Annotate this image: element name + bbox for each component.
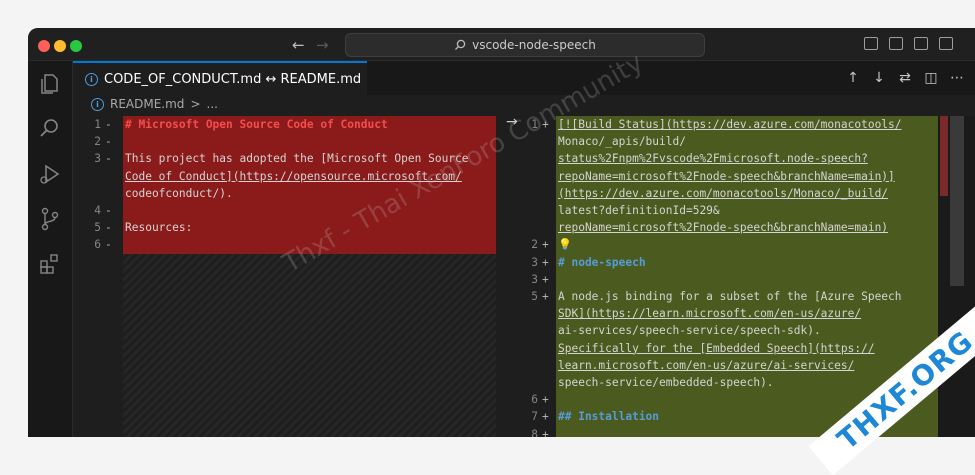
line-number: 3 [94, 152, 101, 166]
next-change-icon[interactable]: ↓ [871, 70, 887, 86]
line-number: 4 [94, 204, 101, 217]
code-text: # node-speech [558, 255, 646, 269]
tab-label: CODE_OF_CONDUCT.md ↔ README.md [104, 71, 362, 87]
tab-diff-code-of-conduct-readme[interactable]: i CODE_OF_CONDUCT.md ↔ README.md [73, 61, 367, 95]
code-text: ## Installation [558, 410, 660, 424]
code-text: latest?definitionId=529& [558, 204, 720, 217]
code-text: Code of Conduct](https://opensource.micr… [125, 169, 462, 183]
diff-marker: + [542, 393, 549, 407]
line-number: 6 [531, 393, 538, 407]
diff-marker: - [105, 152, 112, 166]
line-number: 7 [531, 410, 538, 424]
code-text: # Microsoft Open Source Code of Conduct [125, 118, 388, 131]
diff-marker: + [542, 410, 549, 424]
diff-marker: + [542, 238, 549, 252]
toggle-primary-sidebar-icon[interactable] [864, 37, 878, 50]
diff-marker: - [105, 221, 112, 235]
code-text: Monaco/_apis/build/ [558, 135, 686, 149]
toggle-secondary-sidebar-icon[interactable] [914, 37, 928, 50]
code-text: SDK](https://learn.microsoft.com/en-us/a… [558, 307, 862, 321]
line-number: 3 [531, 272, 538, 286]
extensions-icon[interactable] [37, 251, 63, 277]
search-icon[interactable] [37, 116, 63, 142]
diff-original-pane[interactable]: 1- # Microsoft Open Source Code of Conduc… [73, 116, 496, 437]
search-icon [455, 39, 466, 50]
toggle-panel-icon[interactable] [889, 37, 903, 50]
diff-marker: + [542, 290, 549, 303]
breadcrumb-separator: > [190, 97, 201, 111]
breadcrumb: i README.md > ... [91, 97, 218, 111]
source-control-icon[interactable] [37, 206, 63, 232]
diff-filler-hatch [123, 253, 496, 437]
diff-marker: - [105, 204, 112, 217]
activity-bar [28, 61, 73, 437]
title-bar: ← → vscode-node-speech [28, 28, 975, 61]
editor-tab-bar: i CODE_OF_CONDUCT.md ↔ README.md ↑ ↓ ⇄ ◫… [73, 61, 975, 95]
line-number: 3 [531, 255, 538, 269]
info-icon: i [85, 72, 98, 86]
code-text: codeofconduct/). [125, 186, 233, 200]
diff-modified-pane[interactable]: 1 + [![Build Status](https://dev.azure.com… [524, 116, 928, 437]
editor-actions: ↑ ↓ ⇄ ◫ ⋯ [845, 61, 965, 95]
line-number: 8 [531, 427, 538, 437]
diff-marker: - [105, 118, 112, 131]
code-text: Specifically for the [Embedded Speech](h… [558, 341, 875, 355]
code-text: repoName=microsoft%2Fnode-speech&branchN… [558, 221, 889, 235]
line-number: 6 [94, 238, 101, 252]
diff-marker: + [542, 272, 549, 286]
split-editor-icon[interactable]: ◫ [923, 70, 939, 86]
line-number: 5 [94, 221, 101, 235]
code-text: This project has adopted the [Microsoft … [125, 152, 469, 166]
line-number: 2 [94, 135, 101, 149]
command-center-label: vscode-node-speech [472, 38, 596, 52]
vscode-window: ← → vscode-node-speech i CODE_OF_CONDUCT… [28, 28, 975, 437]
close-window-button[interactable] [38, 40, 50, 52]
diff-marker: - [105, 238, 112, 252]
customize-layout-icon[interactable] [939, 37, 953, 50]
ruler-removed-marker [940, 116, 948, 196]
line-number: 5 [531, 290, 538, 303]
line-number: 1 [531, 118, 538, 131]
line-number: 2 [531, 238, 538, 252]
code-text: repoName=microsoft%2Fnode-speech&branchN… [558, 169, 895, 183]
line-number: 1 [94, 118, 101, 131]
previous-change-icon[interactable]: ↑ [845, 70, 861, 86]
code-text: learn.microsoft.com/en-us/azure/ai-servi… [558, 358, 855, 372]
maximize-window-button[interactable] [70, 40, 82, 52]
diff-marker: + [542, 118, 549, 131]
code-text: status%2Fnpm%2Fvscode%2Fmicrosoft.node-s… [558, 152, 868, 166]
breadcrumb-file[interactable]: README.md [110, 97, 184, 111]
more-actions-icon[interactable]: ⋯ [949, 70, 965, 86]
run-debug-icon[interactable] [37, 161, 63, 187]
explorer-icon[interactable] [37, 71, 63, 97]
info-icon: i [91, 97, 104, 111]
command-center-search[interactable]: vscode-node-speech [345, 33, 705, 57]
code-text: ai-services/speech-service/speech-sdk). [558, 324, 821, 338]
code-text: (https://dev.azure.com/monacotools/Monac… [558, 186, 889, 200]
diff-marker: - [105, 135, 112, 149]
code-text: A node.js binding for a subset of the [A… [558, 290, 902, 303]
ruler-scroll-slider[interactable] [950, 116, 964, 286]
diff-marker: + [542, 427, 549, 437]
forward-arrow-icon[interactable]: → [316, 36, 329, 54]
swap-sides-icon[interactable]: ⇄ [897, 70, 913, 86]
minimize-window-button[interactable] [54, 40, 66, 52]
code-text: [![Build Status](https://dev.azure.com/m… [558, 118, 902, 131]
breadcrumb-rest[interactable]: ... [207, 97, 218, 111]
code-text: Resources: [125, 221, 193, 235]
code-text: speech-service/embedded-speech). [558, 376, 774, 389]
back-arrow-icon[interactable]: ← [292, 36, 305, 54]
code-text: 💡 [558, 238, 572, 252]
diff-marker: + [542, 255, 549, 269]
